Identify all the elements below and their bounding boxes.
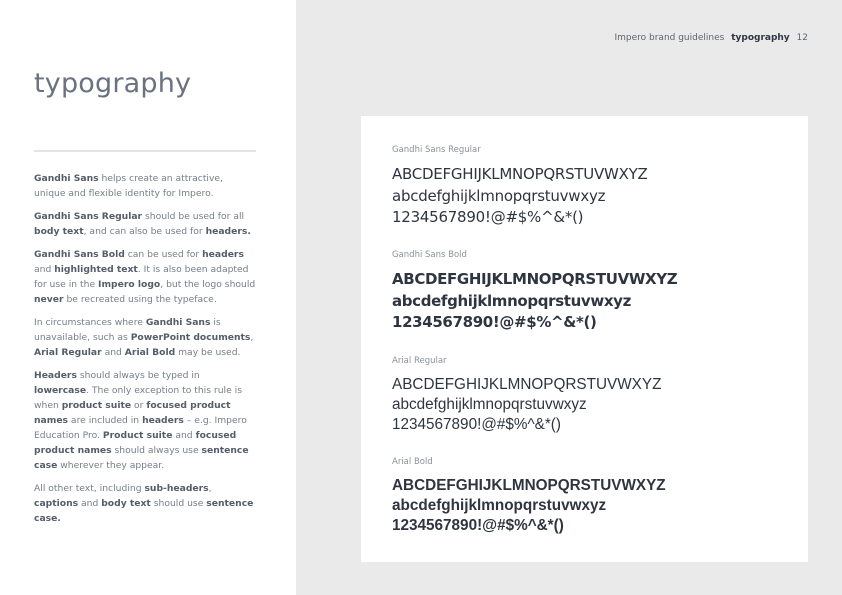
emphasis-text: Gandhi Sans [145,317,211,328]
page-title: typography [34,68,192,99]
emphasis-text: Gandhi Sans [34,173,99,184]
specimen-lowercase: abcdefghijklmnopqrstuvwxyz [392,186,606,205]
specimen-label: Arial Bold [392,457,433,467]
page-number: 12 [796,33,808,43]
emphasis-text: never [34,294,64,305]
paragraph-text: or [131,400,147,411]
paragraph-text: should always be typed in [76,370,200,381]
emphasis-text: lowercase [34,385,87,396]
paragraph-text: , and can also be used for [83,226,206,237]
paragraph-text: and [34,264,55,275]
specimen-uppercase: ABCDEFGHIJKLMNOPQRSTUVWXYZ [392,165,648,183]
intro-paragraph: All other text, including sub-headers, c… [34,481,256,526]
paragraph-text: wherever they appear. [57,460,165,471]
emphasis-text: body text [101,498,151,509]
intro-paragraph: In circumstances where Gandhi Sans is un… [34,315,256,360]
specimen-lowercase: abcdefghijklmnopqrstuvwxyz [392,497,607,514]
intro-paragraph: Gandhi Sans Bold can be used for headers… [34,247,256,307]
emphasis-text: sub-headers [144,483,209,494]
section-name: typography [731,33,790,43]
emphasis-text: product suite [61,400,132,411]
paragraph-text: , [250,332,254,343]
emphasis-text: captions [34,498,79,509]
specimen-arial-bold: Arial Bold ABCDEFGHIJKLMNOPQRSTUVWXYZ ab… [392,457,666,536]
specimen-lowercase: abcdefghijklmnopqrstuvwxyz [392,396,587,413]
specimen-uppercase: ABCDEFGHIJKLMNOPQRSTUVWXYZ [392,270,678,288]
emphasis-text: Gandhi Sans Bold [34,249,125,260]
specimen-numerals: 1234567890!@#$%^&*() [392,313,597,331]
specimen-label: Gandhi Sans Bold [392,250,467,260]
intro-paragraph: Headers should always be typed in lowerc… [34,368,256,473]
paragraph-text: and [78,498,102,509]
left-panel: typography Gandhi Sans helps create an a… [0,0,296,595]
emphasis-text: headers [202,249,244,260]
specimen-arial-regular: Arial Regular ABCDEFGHIJKLMNOPQRSTUVWXYZ… [392,356,661,435]
paragraph-text: should be used for all [142,211,245,222]
emphasis-text: PowerPoint documents [130,332,251,343]
specimen-label: Gandhi Sans Regular [392,145,481,155]
emphasis-text: Arial Bold [124,347,176,358]
paragraph-text: , but the logo should [160,279,256,290]
page-header: Impero brand guidelines typography 12 [614,33,808,43]
emphasis-text: headers [142,415,184,426]
specimen-gandhi-bold: Gandhi Sans Bold ABCDEFGHIJKLMNOPQRSTUVW… [392,250,678,334]
specimen-uppercase: ABCDEFGHIJKLMNOPQRSTUVWXYZ [392,477,666,494]
emphasis-text: Product suite [102,430,173,441]
intro-paragraph: Gandhi Sans helps create an attractive, … [34,171,256,201]
paragraph-text: and [101,347,125,358]
paragraph-text: can be used for [124,249,203,260]
paragraph-text: may be used. [175,347,241,358]
paragraph-text: , [208,483,212,494]
paragraph-text: All other text, including [34,483,145,494]
emphasis-text: Arial Regular [34,347,102,358]
specimen-numerals: 1234567890!@#$%^&*() [392,208,584,226]
intro-paragraph: Gandhi Sans Regular should be used for a… [34,209,256,239]
emphasis-text: body text [34,226,84,237]
emphasis-text: Impero logo [98,279,161,290]
document-title: Impero brand guidelines [614,33,725,43]
emphasis-text: Headers [34,370,77,381]
paragraph-text: should use [150,498,207,509]
emphasis-text: Gandhi Sans Regular [34,211,143,222]
specimen-numerals: 1234567890!@#$%^&*() [392,416,561,433]
specimen-label: Arial Regular [392,356,447,366]
paragraph-text: and [172,430,196,441]
emphasis-text: headers. [205,226,251,237]
specimen-gandhi-regular: Gandhi Sans Regular ABCDEFGHIJKLMNOPQRST… [392,145,648,229]
paragraph-text: In circumstances where [34,317,146,328]
specimen-lowercase: abcdefghijklmnopqrstuvwxyz [392,291,631,310]
specimen-uppercase: ABCDEFGHIJKLMNOPQRSTUVWXYZ [392,376,662,393]
title-divider [34,150,256,152]
intro-text: Gandhi Sans helps create an attractive, … [34,171,256,534]
paragraph-text: be recreated using the typeface. [63,294,217,305]
typeface-specimen-card: Gandhi Sans Regular ABCDEFGHIJKLMNOPQRST… [361,116,808,562]
paragraph-text: should always use [111,445,202,456]
specimen-numerals: 1234567890!@#$%^&*() [392,517,564,534]
paragraph-text: are included in [68,415,143,426]
emphasis-text: highlighted text [54,264,138,275]
